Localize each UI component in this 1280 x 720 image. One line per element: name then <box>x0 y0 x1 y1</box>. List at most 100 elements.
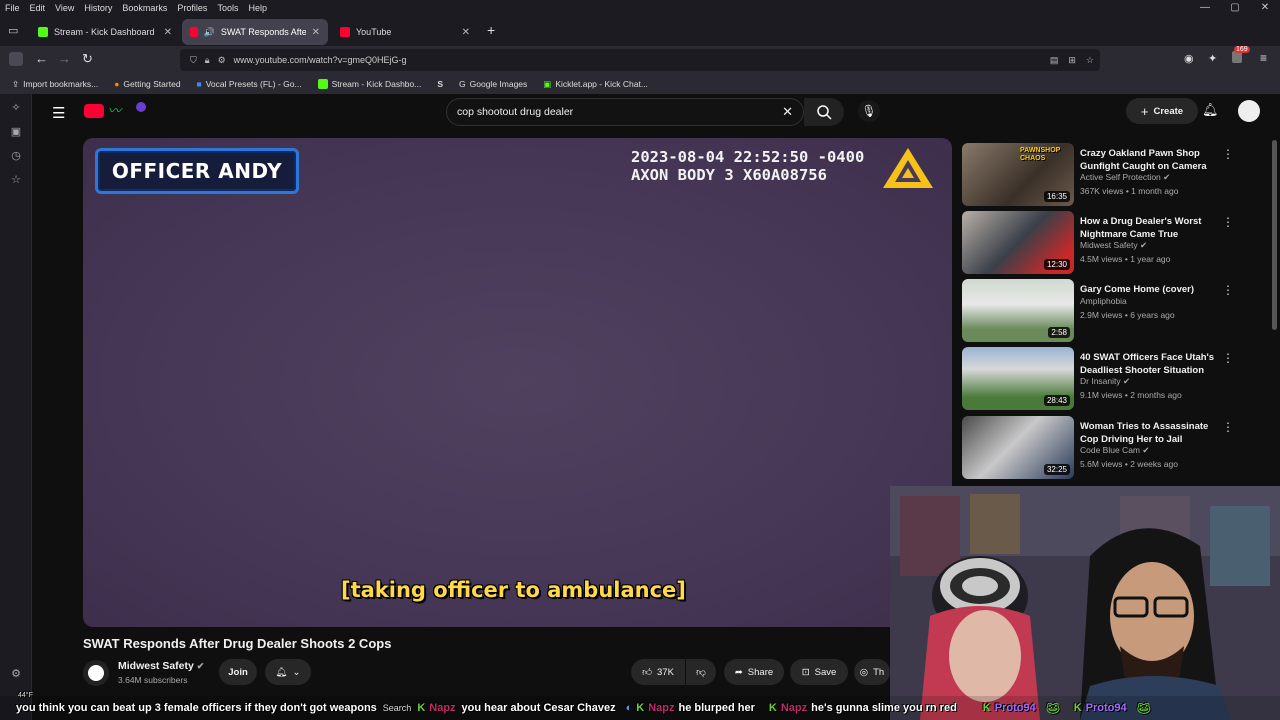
extensions-icon[interactable]: ✦ <box>1208 52 1217 65</box>
stream-chat-overlay: 44°F you think you can beat up 3 female … <box>0 692 1280 720</box>
close-tab-icon[interactable]: ✕ <box>312 27 320 38</box>
menu-view[interactable]: View <box>50 3 79 13</box>
like-button[interactable]: 👍︎ 37K <box>631 659 685 685</box>
bookmark-kick-dashboard[interactable]: Stream - Kick Dashbo... <box>312 79 428 89</box>
more-options-icon[interactable]: ⋮ <box>1222 215 1234 229</box>
video-thumbnail[interactable]: 2:58 <box>962 279 1074 342</box>
more-options-icon[interactable]: ⋮ <box>1222 283 1234 297</box>
tab-kick-dashboard[interactable]: Stream - Kick Dashboard ✕ <box>30 19 180 45</box>
doodle-logo-icon[interactable]: 〰 <box>108 100 121 119</box>
create-button[interactable]: + Create <box>1126 98 1198 124</box>
menu-bookmarks[interactable]: Bookmarks <box>117 3 172 13</box>
url-text[interactable]: www.youtube.com/watch?v=gmeQ0HEjG-g <box>234 55 407 65</box>
rec-channel[interactable]: Dr Insanity ✔ <box>1080 376 1130 387</box>
tab-youtube[interactable]: YouTube ✕ <box>332 19 478 45</box>
menu-help[interactable]: Help <box>243 3 272 13</box>
close-tab-icon[interactable]: ✕ <box>462 27 470 38</box>
maximize-button[interactable]: ▢ <box>1220 0 1250 16</box>
ai-chat-icon[interactable]: ✧ <box>10 102 22 114</box>
search-input[interactable]: cop shootout drug dealer <box>457 106 573 118</box>
rec-title[interactable]: Woman Tries to Assassinate Cop Driving H… <box>1080 420 1220 446</box>
bookmark-google-images[interactable]: G Google Images <box>453 79 533 89</box>
channel-avatar[interactable] <box>83 660 109 686</box>
thanks-button[interactable]: ◎ Th <box>854 659 890 685</box>
recommended-video[interactable]: 2:58 Gary Come Home (cover) Ampliphobia … <box>962 279 1252 343</box>
recommended-video[interactable]: 28:43 40 SWAT Officers Face Utah's Deadl… <box>962 347 1252 411</box>
recommended-video[interactable]: 12:30 How a Drug Dealer's Worst Nightmar… <box>962 211 1252 275</box>
recommended-video[interactable]: 32:25 Woman Tries to Assassinate Cop Dri… <box>962 416 1252 480</box>
video-player[interactable]: OFFICER ANDY 2023-08-04 22:52:50 -0400 A… <box>83 138 952 627</box>
rec-channel[interactable]: Active Self Protection ✔ <box>1080 172 1170 183</box>
menu-file[interactable]: File <box>0 3 25 13</box>
close-tab-icon[interactable]: ✕ <box>164 27 172 38</box>
rec-title[interactable]: Gary Come Home (cover) <box>1080 283 1220 296</box>
menu-tools[interactable]: Tools <box>212 3 243 13</box>
bookmarks-icon[interactable]: ☆ <box>10 174 22 186</box>
voice-search-icon[interactable]: 🎙︎ <box>858 100 880 122</box>
minimize-button[interactable]: — <box>1190 0 1220 16</box>
back-icon[interactable]: ← <box>35 51 48 66</box>
account-icon[interactable]: ◉ <box>1184 52 1194 65</box>
save-label: Save <box>814 666 837 678</box>
rec-channel[interactable]: Midwest Safety ✔ <box>1080 240 1147 251</box>
recommended-video[interactable]: PAWNSHOP CHAOS 16:35 Crazy Oakland Pawn … <box>962 143 1252 207</box>
bookmark-import[interactable]: ⇪ Import bookmarks... <box>6 79 104 90</box>
app-menu-icon[interactable]: ≡ <box>1260 51 1267 65</box>
rec-title[interactable]: 40 SWAT Officers Face Utah's Deadliest S… <box>1080 351 1220 377</box>
shield-icon[interactable]: ⛉ <box>190 55 197 66</box>
rec-title[interactable]: How a Drug Dealer's Worst Nightmare Came… <box>1080 215 1220 241</box>
avatar[interactable] <box>1238 100 1260 122</box>
weather-widget[interactable]: 44°F <box>18 692 33 699</box>
bookmark-kicklet[interactable]: ▣ Kicklet.app - Kick Chat... <box>537 79 654 90</box>
menu-profiles[interactable]: Profiles <box>172 3 212 13</box>
menu-edit[interactable]: Edit <box>25 3 51 13</box>
join-button[interactable]: Join <box>219 659 257 685</box>
rec-channel[interactable]: Code Blue Cam ✔ <box>1080 445 1150 456</box>
forward-icon[interactable]: → <box>58 51 71 66</box>
menu-history[interactable]: History <box>79 3 117 13</box>
notifications-bell-icon[interactable]: 🔔︎ <box>1202 102 1219 118</box>
dislike-button[interactable]: 👎︎ <box>686 659 716 685</box>
edge-icon[interactable]: ◐ <box>626 702 633 714</box>
webcam-overlay <box>890 486 1280 720</box>
video-thumbnail[interactable]: 12:30 <box>962 211 1074 274</box>
tab-list-icon[interactable]: ▭ <box>8 24 18 37</box>
new-tab-icon[interactable]: + <box>487 22 495 38</box>
history-icon[interactable]: ◷ <box>10 150 22 162</box>
clear-search-icon[interactable]: ✕ <box>782 104 793 120</box>
sidebar-toggle-icon[interactable] <box>9 52 23 66</box>
lock-icon[interactable]: 🔒︎ <box>205 55 210 66</box>
search-button[interactable] <box>804 98 844 126</box>
share-button[interactable]: ➦ Share <box>724 659 784 685</box>
settings-icon[interactable]: ⚙ <box>10 668 22 680</box>
pocket-icon[interactable]: ⊞ <box>1068 55 1076 66</box>
bookmark-getting-started[interactable]: ● Getting Started <box>108 79 186 89</box>
bookmark-s[interactable]: S <box>431 79 449 89</box>
video-thumbnail[interactable]: 28:43 <box>962 347 1074 410</box>
bookmark-star-icon[interactable]: ☆ <box>1086 55 1094 66</box>
rec-channel[interactable]: Ampliphobia <box>1080 296 1127 306</box>
search-box[interactable]: cop shootout drug dealer ✕ <box>446 98 804 126</box>
close-window-button[interactable]: ✕ <box>1250 0 1280 16</box>
tab-swat-video[interactable]: 🔊 SWAT Responds After Drug ✕ <box>182 19 328 45</box>
bookmark-vocal-presets[interactable]: ■ Vocal Presets (FL) - Go... <box>191 79 308 89</box>
subscribed-bell-button[interactable]: 🔔︎ ⌄ <box>265 659 311 685</box>
video-thumbnail[interactable]: 32:25 <box>962 416 1074 479</box>
save-button[interactable]: ⊡ Save <box>790 659 848 685</box>
speaker-icon[interactable]: 🔊 <box>204 27 215 38</box>
more-options-icon[interactable]: ⋮ <box>1222 351 1234 365</box>
channel-name[interactable]: Midwest Safety ✔ <box>118 660 204 672</box>
reader-icon[interactable]: ▤ <box>1050 55 1059 66</box>
youtube-logo-icon[interactable] <box>84 104 104 118</box>
url-bar[interactable]: ⛉ 🔒︎ ⚙ www.youtube.com/watch?v=gmeQ0HEjG… <box>180 49 1100 71</box>
rec-title[interactable]: Crazy Oakland Pawn Shop Gunfight Caught … <box>1080 147 1220 173</box>
more-options-icon[interactable]: ⋮ <box>1222 147 1234 161</box>
taskbar-search[interactable]: Search <box>383 703 412 713</box>
page-scrollbar[interactable] <box>1272 140 1277 330</box>
hamburger-menu-icon[interactable]: ☰ <box>52 104 65 122</box>
permissions-icon[interactable]: ⚙ <box>218 55 226 66</box>
synced-tabs-icon[interactable]: ▣ <box>10 126 22 138</box>
video-thumbnail[interactable]: PAWNSHOP CHAOS 16:35 <box>962 143 1074 206</box>
reload-icon[interactable]: ↻ <box>82 51 93 67</box>
more-options-icon[interactable]: ⋮ <box>1222 420 1234 434</box>
